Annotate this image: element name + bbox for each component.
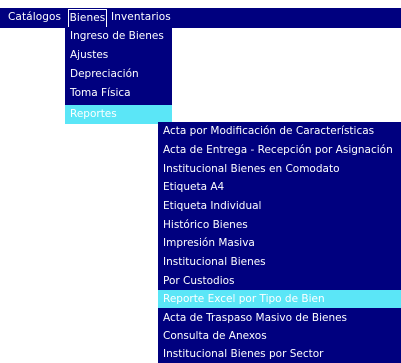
report-etiqueta-individual[interactable]: Etiqueta Individual <box>158 197 401 215</box>
report-impresion-masiva[interactable]: Impresión Masiva <box>158 234 401 252</box>
menu-bienes[interactable]: Bienes <box>68 9 107 28</box>
application-window: Catálogos Bienes Inventarios Ingreso de … <box>0 0 401 363</box>
report-institucional-bienes[interactable]: Institucional Bienes <box>158 253 401 271</box>
report-por-custodios[interactable]: Por Custodios <box>158 272 401 290</box>
menu-item-ajustes[interactable]: Ajustes <box>65 46 172 65</box>
report-historico-bienes[interactable]: Histórico Bienes <box>158 216 401 234</box>
report-acta-traspaso-masivo[interactable]: Acta de Traspaso Masivo de Bienes <box>158 309 401 327</box>
menu-item-toma-fisica[interactable]: Toma Física <box>65 84 172 103</box>
menu-item-ingreso-de-bienes[interactable]: Ingreso de Bienes <box>65 27 172 46</box>
report-excel-por-tipo-de-bien[interactable]: Reporte Excel por Tipo de Bien <box>158 290 401 308</box>
report-etiqueta-a4[interactable]: Etiqueta A4 <box>158 178 401 196</box>
report-acta-entrega-recepcion-asignacion[interactable]: Acta de Entrega - Recepción por Asignaci… <box>158 141 401 159</box>
report-acta-modificacion-caracteristicas[interactable]: Acta por Modificación de Características <box>158 122 401 140</box>
menu-item-depreciacion[interactable]: Depreciación <box>65 65 172 84</box>
menu-inventarios[interactable]: Inventarios <box>111 8 171 27</box>
report-institucional-bienes-por-sector[interactable]: Institucional Bienes por Sector <box>158 345 401 363</box>
reportes-submenu: Acta por Modificación de Características… <box>158 122 401 363</box>
menu-item-reportes[interactable]: Reportes <box>65 105 172 124</box>
bienes-dropdown: Ingreso de Bienes Ajustes Depreciación T… <box>65 27 172 124</box>
report-institucional-bienes-comodato[interactable]: Institucional Bienes en Comodato <box>158 160 401 178</box>
report-consulta-de-anexos[interactable]: Consulta de Anexos <box>158 327 401 345</box>
menu-bar: Catálogos Bienes Inventarios <box>0 0 401 32</box>
menu-catalogos[interactable]: Catálogos <box>8 8 61 27</box>
